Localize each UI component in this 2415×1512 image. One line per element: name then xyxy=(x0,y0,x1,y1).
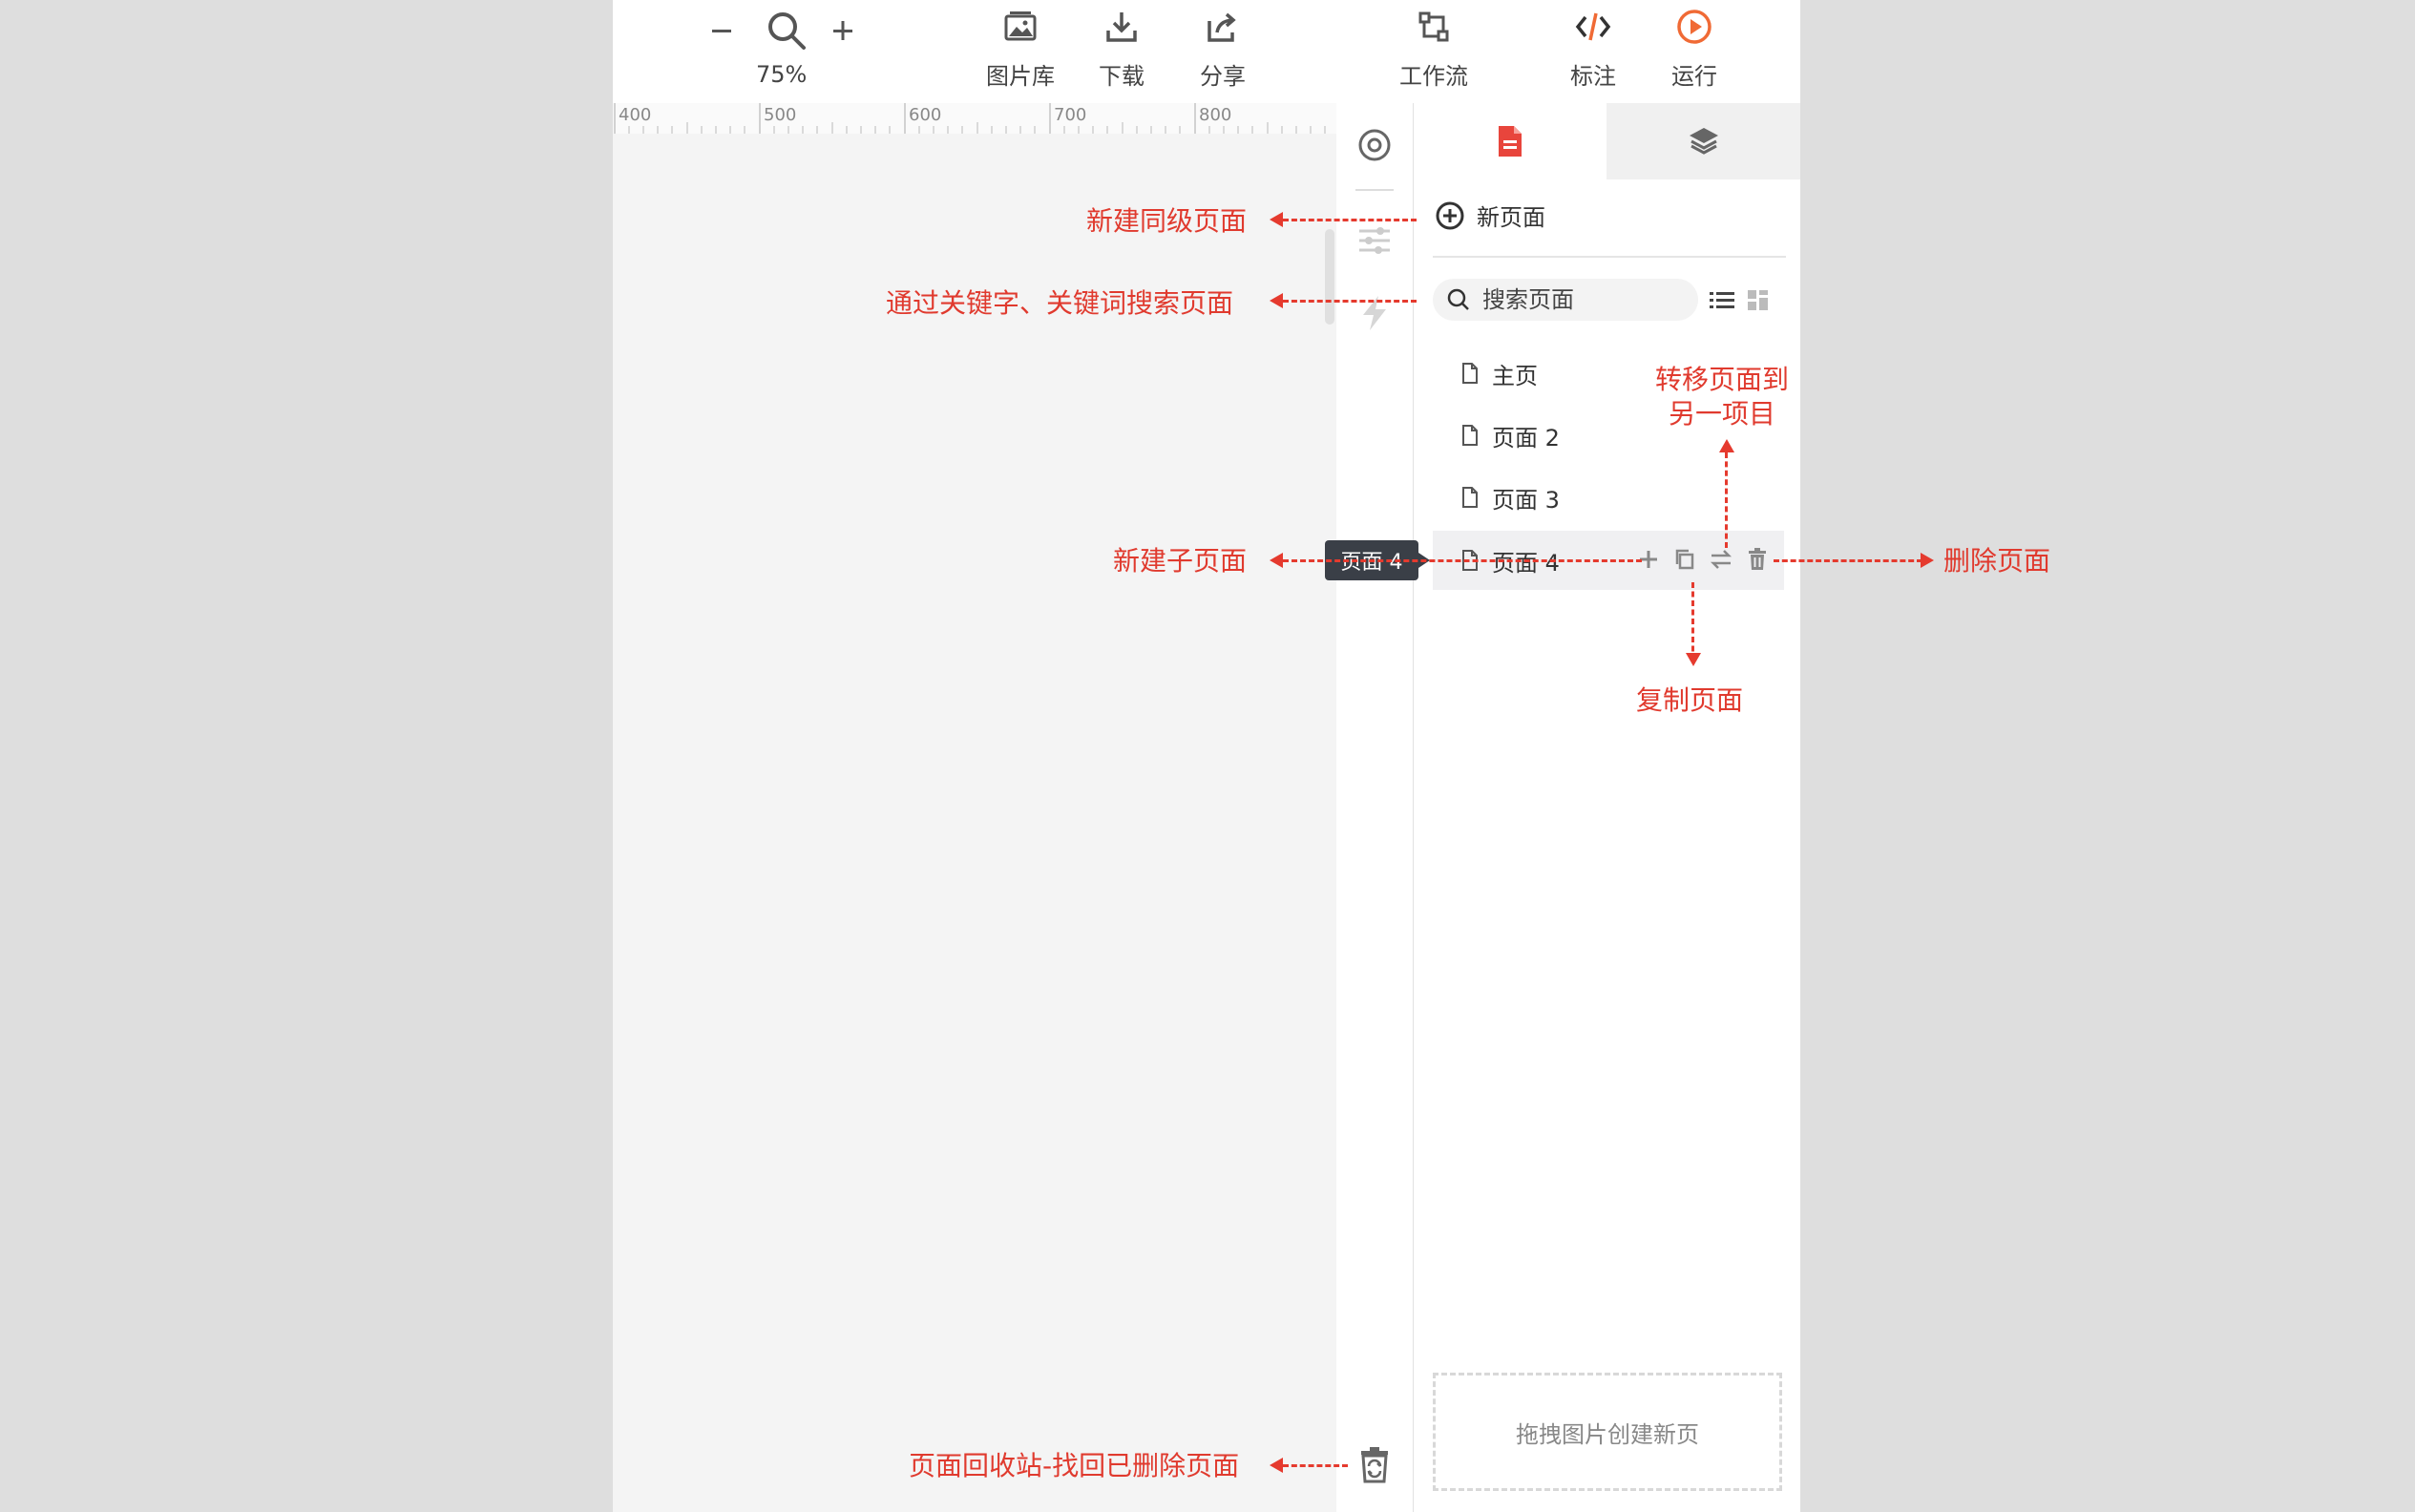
design-canvas[interactable] xyxy=(613,134,1336,1512)
annotation-line xyxy=(1774,559,1922,562)
page-actions xyxy=(1635,546,1771,573)
target-icon[interactable] xyxy=(1355,126,1394,168)
zoom-search-icon[interactable] xyxy=(766,10,808,55)
panel-divider xyxy=(1433,256,1786,258)
page-icon xyxy=(1462,363,1478,384)
annotation-line xyxy=(1725,452,1728,548)
zoom-in-button[interactable] xyxy=(829,13,857,52)
panel-tabs xyxy=(1414,103,1800,179)
annotation-line xyxy=(1283,559,1642,562)
image-library-button[interactable]: 图片库 xyxy=(977,8,1063,91)
annotation-copy: 复制页面 xyxy=(1636,684,1744,716)
ruler-label: 800 xyxy=(1199,105,1232,125)
new-page-button[interactable]: 新页面 xyxy=(1435,199,1545,232)
ruler-label: 600 xyxy=(909,105,942,125)
arrowhead-icon xyxy=(1719,439,1734,452)
arrowhead-icon xyxy=(1270,212,1283,227)
canvas-scrollbar[interactable] xyxy=(1325,229,1334,325)
workflow-button[interactable]: 工作流 xyxy=(1391,8,1477,91)
search-icon xyxy=(1447,288,1469,310)
annotation-delete: 删除页面 xyxy=(1943,545,2051,577)
annotate-button[interactable]: 标注 xyxy=(1550,8,1636,91)
run-button[interactable]: 运行 xyxy=(1651,8,1737,91)
annotation-line xyxy=(1283,219,1417,221)
panel-icon-rail xyxy=(1336,103,1414,1512)
share-icon xyxy=(1208,12,1236,42)
recycle-bin-icon[interactable] xyxy=(1355,1445,1394,1489)
horizontal-ruler: 400 500 600 700 800 xyxy=(613,103,1336,135)
document-icon xyxy=(1499,126,1522,157)
share-label: 分享 xyxy=(1200,63,1246,90)
ruler-label: 400 xyxy=(619,105,652,125)
pages-panel: 新页面 主页 页面 2 页面 3 页面 4 xyxy=(1414,103,1800,1512)
page-icon xyxy=(1462,487,1478,508)
arrowhead-icon xyxy=(1270,553,1283,568)
download-label: 下载 xyxy=(1099,63,1144,90)
annotate-label: 标注 xyxy=(1570,63,1616,90)
image-icon xyxy=(1004,11,1037,41)
run-label: 运行 xyxy=(1671,63,1717,90)
annotation-line xyxy=(1283,300,1417,303)
drop-hint: 拖拽图片创建新页 xyxy=(1516,1420,1699,1448)
delete-page-icon[interactable] xyxy=(1744,546,1771,573)
page-icon xyxy=(1462,425,1478,446)
new-page-label: 新页面 xyxy=(1477,204,1545,231)
move-page-icon[interactable] xyxy=(1708,546,1734,573)
layers-icon xyxy=(1689,128,1718,155)
ruler-label: 700 xyxy=(1054,105,1087,125)
download-icon xyxy=(1106,12,1137,42)
tab-layers[interactable] xyxy=(1606,103,1800,179)
share-button[interactable]: 分享 xyxy=(1180,8,1266,91)
annotation-line xyxy=(1691,582,1694,661)
list-view-icon[interactable] xyxy=(1708,286,1736,315)
page-name: 页面 3 xyxy=(1492,486,1560,514)
download-button[interactable]: 下载 xyxy=(1079,8,1165,91)
arrowhead-icon xyxy=(1921,553,1934,568)
plus-circle-icon xyxy=(1436,201,1464,229)
annotation-search: 通过关键字、关键词搜索页面 xyxy=(886,287,1234,319)
page-name: 主页 xyxy=(1492,362,1538,389)
image-drop-zone[interactable]: 拖拽图片创建新页 xyxy=(1433,1373,1782,1491)
tab-pages[interactable] xyxy=(1414,103,1606,179)
copy-page-icon[interactable] xyxy=(1671,546,1698,573)
page-search-box[interactable] xyxy=(1433,279,1698,321)
play-icon xyxy=(1677,10,1712,44)
annotation-recycle: 页面回收站-找回已删除页面 xyxy=(909,1450,1240,1481)
ruler-label: 500 xyxy=(764,105,797,125)
page-name: 页面 2 xyxy=(1492,424,1560,452)
annotation-move-1: 转移页面到 xyxy=(1655,364,1790,395)
rail-divider xyxy=(1355,189,1394,191)
arrowhead-icon xyxy=(1270,293,1283,308)
annotation-line xyxy=(1283,1464,1348,1467)
sliders-icon[interactable] xyxy=(1355,221,1394,263)
code-icon xyxy=(1575,12,1611,41)
search-input[interactable] xyxy=(1480,285,1675,314)
top-toolbar: 75% 图片库 下载 分享 工作流 标注 运行 xyxy=(613,0,1800,104)
workflow-label: 工作流 xyxy=(1399,63,1468,90)
arrowhead-icon xyxy=(1686,653,1701,666)
image-library-label: 图片库 xyxy=(986,63,1055,90)
annotation-new-sibling: 新建同级页面 xyxy=(1086,205,1248,237)
annotation-move-2: 另一项目 xyxy=(1669,398,1776,430)
annotation-new-child: 新建子页面 xyxy=(1113,545,1248,577)
zoom-out-button[interactable] xyxy=(708,13,735,52)
grid-view-icon[interactable] xyxy=(1744,286,1773,315)
workflow-icon xyxy=(1418,11,1449,42)
arrowhead-icon xyxy=(1270,1458,1283,1473)
zoom-level[interactable]: 75% xyxy=(756,61,807,88)
page-list-item[interactable]: 页面 3 xyxy=(1433,468,1784,527)
